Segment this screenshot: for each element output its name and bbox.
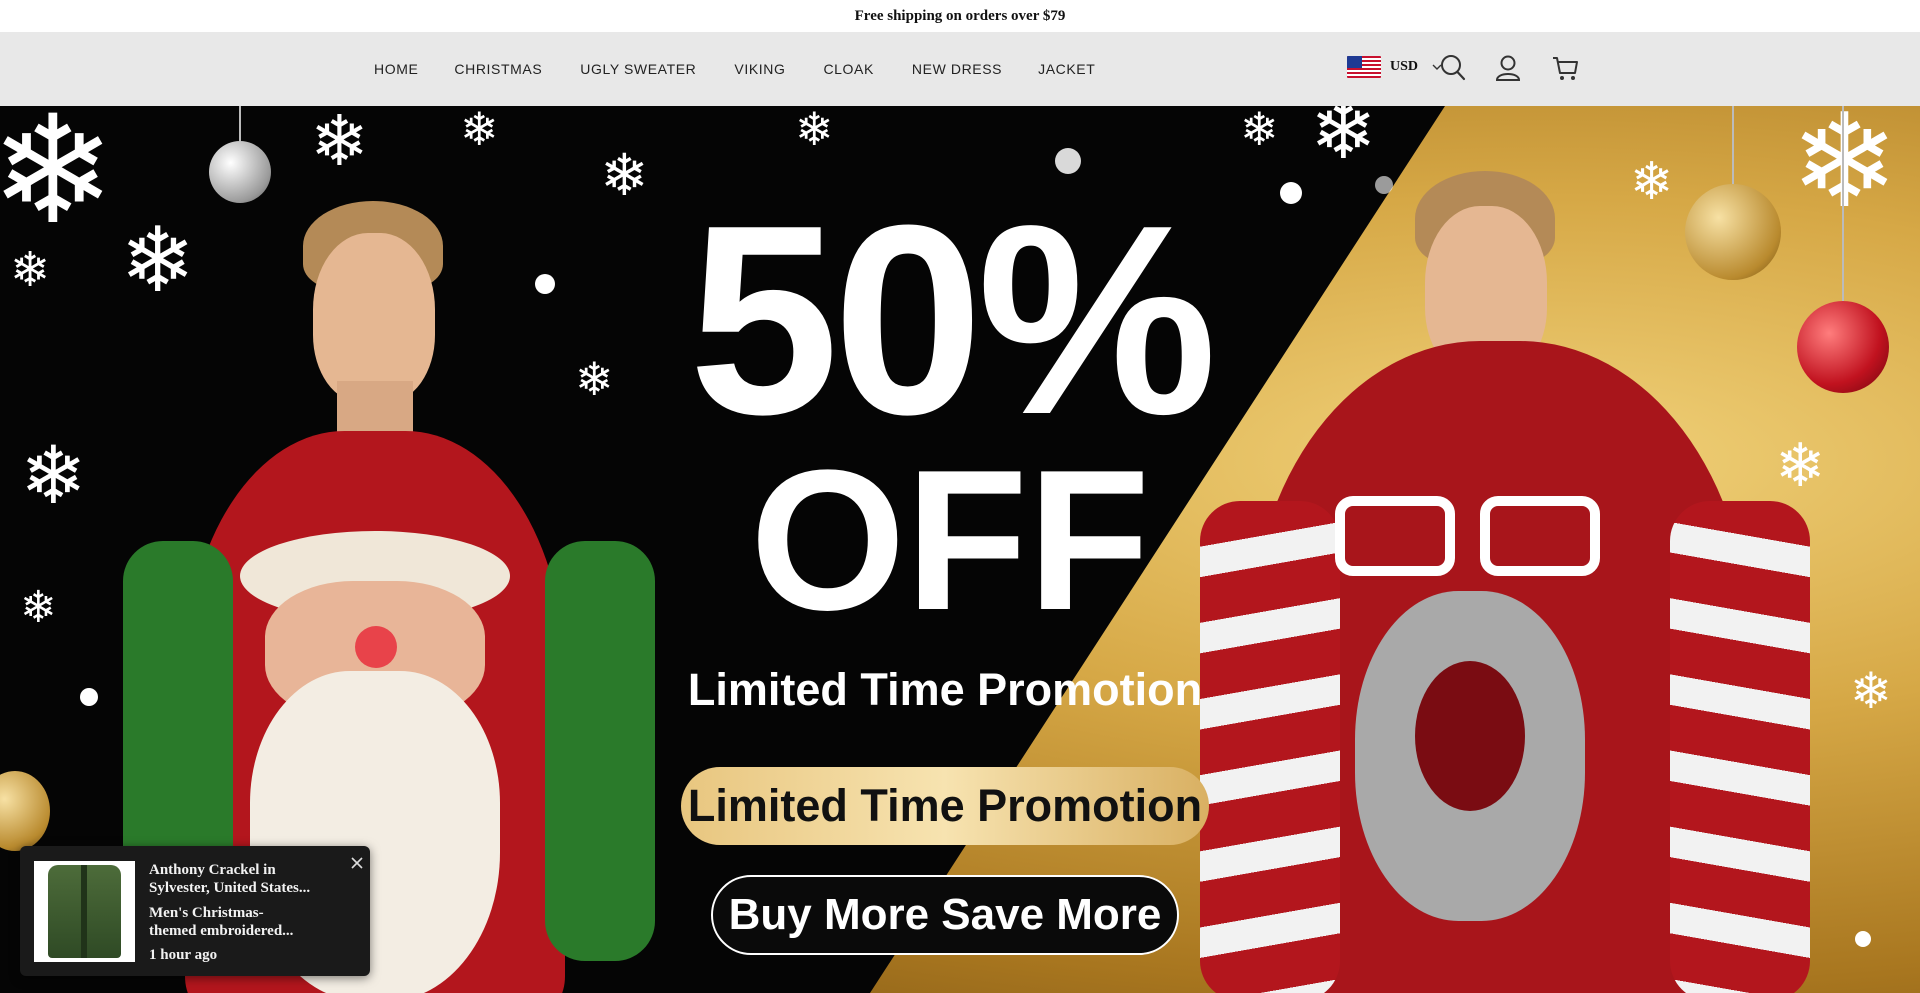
currency-code: USD: [1390, 59, 1419, 74]
gold-ornament: [0, 771, 50, 851]
account-icon[interactable]: [1495, 54, 1521, 82]
snowflake-icon: ❄: [1850, 662, 1892, 720]
ornament-string: [1842, 106, 1844, 301]
announcement-bar: Free shipping on orders over $79: [0, 0, 1920, 32]
headline-off: OFF: [750, 429, 1150, 652]
currency-selector[interactable]: USD: [1347, 56, 1442, 78]
headline-percent: 50%: [688, 170, 1217, 471]
nav-item-label: UGLY SWEATER: [580, 61, 697, 77]
nav-item-label: JACKET: [1038, 61, 1096, 77]
nav-item-label: CLOAK: [823, 61, 874, 77]
nav-item-label: HOME: [374, 61, 419, 77]
snowflake-icon: ❄: [0, 106, 116, 258]
main-nav: HOME CHRISTMAS UGLY SWEATER VIKING CLOAK…: [374, 32, 1131, 106]
cart-icon[interactable]: [1551, 54, 1579, 82]
nav-item-label: VIKING: [734, 61, 786, 77]
buy-more-save-more-button[interactable]: Buy More Save More: [711, 875, 1179, 955]
promo-subline: Limited Time Promotion: [687, 664, 1203, 715]
snow-dot: [80, 688, 98, 706]
announcement-text: Free shipping on orders over $79: [854, 7, 1066, 24]
snowflake-icon: ❄: [1240, 106, 1279, 156]
product-line-1: Men's Christmas-: [149, 905, 264, 921]
recent-purchase-popup[interactable]: Anthony Crackel in Sylvester, United Sta…: [20, 846, 370, 976]
snowflake-icon: ❄: [310, 106, 369, 182]
ornament-string: [239, 106, 241, 141]
nav-item-cloak[interactable]: CLOAK: [823, 61, 875, 77]
nav-item-jacket[interactable]: JACKET: [1038, 61, 1095, 77]
snowflake-icon: ❄: [20, 429, 88, 522]
snowflake-icon: ❄: [600, 141, 649, 209]
site-header: HOME CHRISTMAS UGLY SWEATER VIKING CLOAK…: [0, 32, 1920, 106]
product-line-2: themed embroidered...: [149, 923, 294, 939]
snowflake-icon: ❄: [460, 106, 499, 156]
snowflake-icon: ❄: [10, 242, 51, 298]
us-flag-icon: [1347, 56, 1381, 78]
nav-item-new-dress[interactable]: NEW DRESS: [912, 61, 1002, 77]
cta-label: Buy More Save More: [728, 890, 1162, 939]
search-icon[interactable]: [1440, 54, 1466, 82]
snowflake-icon: ❄: [795, 106, 834, 156]
promo-gold-pill: Limited Time Promotion: [681, 767, 1209, 845]
snowflake-icon: ❄: [1310, 106, 1378, 177]
red-ornament: [1797, 301, 1889, 393]
buyer-line-1: Anthony Crackel in: [149, 862, 276, 878]
snow-dot: [1855, 931, 1871, 947]
close-icon[interactable]: [350, 856, 364, 870]
product-thumbnail[interactable]: [34, 861, 135, 962]
nav-item-label: CHRISTMAS: [454, 61, 543, 77]
purchase-time: 1 hour ago: [149, 947, 218, 963]
snowflake-icon: ❄: [20, 582, 57, 633]
promo-gold-pill-text: Limited Time Promotion: [687, 780, 1203, 831]
nav-item-home[interactable]: HOME: [374, 61, 418, 77]
buyer-line-2: Sylvester, United States...: [149, 880, 311, 896]
nav-item-viking[interactable]: VIKING: [734, 61, 787, 77]
silver-ornament: [209, 141, 271, 203]
nav-item-ugly-sweater[interactable]: UGLY SWEATER: [580, 61, 698, 77]
nav-item-christmas[interactable]: CHRISTMAS: [454, 61, 544, 77]
model-right-red-hoodie: [1200, 171, 1810, 993]
vest-image: [48, 865, 121, 958]
nav-item-label: NEW DRESS: [911, 61, 1003, 77]
